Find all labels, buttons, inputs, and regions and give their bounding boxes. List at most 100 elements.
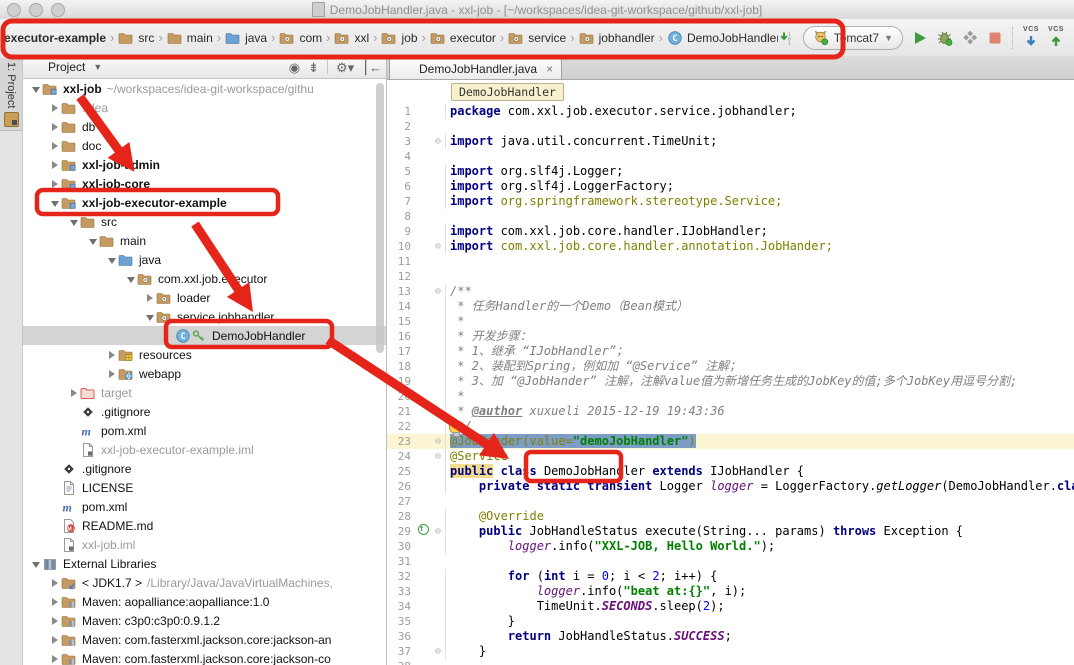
code-line-28: 28 @Override xyxy=(387,509,1074,524)
tree-item-xxl-job-executor-example.iml[interactable]: xxl-job-executor-example.iml xyxy=(23,440,386,459)
chevron-right-icon: › xyxy=(659,30,663,45)
code-text: */ xyxy=(445,419,1074,434)
breadcrumb-item-java[interactable]: java xyxy=(224,28,268,48)
fold-region-icon[interactable]: ⊖ xyxy=(431,239,445,254)
fold-region-icon[interactable]: ⊖ xyxy=(431,524,445,539)
code-line-8: 8 xyxy=(387,209,1074,224)
tree-item-xxl-job-admin[interactable]: xxl-job-admin xyxy=(23,155,386,174)
code-text: @Override xyxy=(445,509,1074,524)
tree-scrollbar[interactable] xyxy=(376,83,384,353)
fold-region-icon[interactable]: ⊖ xyxy=(431,449,445,464)
coverage-button[interactable] xyxy=(962,30,978,46)
tree-item-pom.xml[interactable]: mpom.xml xyxy=(23,421,386,440)
tree-item-license[interactable]: LICENSE xyxy=(23,478,386,497)
line-number: 25 xyxy=(387,464,415,479)
tree-item-maven-com.fasterxml.jackson.core-jackson-co[interactable]: Maven: com.fasterxml.jackson.core:jackso… xyxy=(23,649,386,665)
debug-button[interactable] xyxy=(937,30,953,46)
compile-button[interactable]: 101 xyxy=(778,30,794,46)
tree-item-maven-aopalliance-aopalliance-1.0[interactable]: Maven: aopalliance:aopalliance:1.0 xyxy=(23,592,386,611)
fold-region-icon[interactable]: ⊖ xyxy=(431,434,445,449)
breadcrumb-item-com[interactable]: com xyxy=(278,28,323,48)
tree-item-demojobhandler[interactable]: CDemoJobHandler xyxy=(23,326,386,345)
intention-bulb-icon[interactable] xyxy=(449,421,462,434)
tree-item-src[interactable]: src xyxy=(23,212,386,231)
breadcrumb-item-demojobhandler[interactable]: CDemoJobHandler xyxy=(666,28,778,48)
project-tool-window-button[interactable]: 1: Project xyxy=(0,58,22,131)
tree-item-service.jobhandler[interactable]: service.jobhandler xyxy=(23,307,386,326)
run-config-button[interactable]: Tomcat7▼ xyxy=(803,26,903,50)
breadcrumb-item-main[interactable]: main xyxy=(166,28,214,48)
code-line-25: 25public class DemoJobHandler extends IJ… xyxy=(387,464,1074,479)
code-text: import com.xxl.job.core.handler.annotati… xyxy=(445,239,1074,254)
code-line-29: 29⊖ public JobHandleStatus execute(Strin… xyxy=(387,524,1074,539)
project-view-selector[interactable]: Project ▼ xyxy=(27,59,102,75)
code-text: * 开发步骤： xyxy=(445,329,1074,344)
code-editor[interactable]: 1package com.xxl.job.executor.service.jo… xyxy=(387,104,1074,665)
run-button[interactable] xyxy=(912,30,928,46)
tree-item-pom.xml[interactable]: mpom.xml xyxy=(23,497,386,516)
line-number: 2 xyxy=(387,119,415,134)
editor-tab-demojobhandler[interactable]: DemoJobHandler.java × xyxy=(389,57,562,79)
close-window-button[interactable] xyxy=(7,3,21,17)
tree-item-maven-c3p0-c3p0-0.9.1.2[interactable]: Maven: c3p0:c3p0:0.9.1.2 xyxy=(23,611,386,630)
line-number: 12 xyxy=(387,269,415,284)
tree-item-target[interactable]: target xyxy=(23,383,386,402)
svg-text:C: C xyxy=(180,332,185,342)
tree-item-resources[interactable]: resources xyxy=(23,345,386,364)
close-tab-icon[interactable]: × xyxy=(546,62,553,76)
tree-item-java[interactable]: java xyxy=(23,250,386,269)
tree-item-.gitignore[interactable]: .gitignore xyxy=(23,402,386,421)
fold-region-icon[interactable]: ⊖ xyxy=(431,284,445,299)
tree-item-doc[interactable]: doc xyxy=(23,136,386,155)
tree-item-readme.md[interactable]: M↓README.md xyxy=(23,516,386,535)
tree-item-db[interactable]: db xyxy=(23,117,386,136)
minimize-window-button[interactable] xyxy=(29,3,43,17)
tree-item-.gitignore[interactable]: .gitignore xyxy=(23,459,386,478)
code-text: /** xyxy=(445,284,1074,299)
tree-item-xxl-job-core[interactable]: xxl-job-core xyxy=(23,174,386,193)
tree-item-com.xxl.job.executor[interactable]: com.xxl.job.executor xyxy=(23,269,386,288)
fold-region-icon[interactable]: ⊖ xyxy=(431,134,445,149)
tree-item-path: ~/workspaces/idea-git-workspace/githu xyxy=(107,82,314,96)
tree-item-loader[interactable]: loader xyxy=(23,288,386,307)
tree-item-xxl-job.iml[interactable]: xxl-job.iml xyxy=(23,535,386,554)
tree-item-xxl-job-executor-example[interactable]: xxl-job-executor-example xyxy=(23,193,386,212)
expanded-arrow-icon xyxy=(67,215,80,229)
line-number: 38 xyxy=(387,659,415,665)
breadcrumb-item-jobhandler[interactable]: jobhandler xyxy=(578,28,656,48)
line-number: 36 xyxy=(387,629,415,644)
tree-item-main[interactable]: main xyxy=(23,231,386,250)
tree-item--jdk1.7-[interactable]: < JDK1.7 >/Library/Java/JavaVirtualMachi… xyxy=(23,573,386,592)
zoom-window-button[interactable] xyxy=(51,3,65,17)
overriding-method-icon[interactable] xyxy=(415,524,431,539)
line-number: 29 xyxy=(387,524,415,539)
chevron-right-icon: › xyxy=(158,30,162,45)
collapse-all-icon[interactable]: ⇟ xyxy=(308,61,319,74)
tree-item-.idea[interactable]: .idea xyxy=(23,98,386,117)
breadcrumb-item-executor-example[interactable]: executor-example xyxy=(3,29,107,47)
breadcrumb-item-job[interactable]: job xyxy=(380,28,418,48)
package-icon xyxy=(279,30,295,46)
code-text: import org.springframework.stereotype.Se… xyxy=(445,194,1074,209)
stop-button[interactable] xyxy=(987,30,1003,46)
breadcrumb-item-xxl[interactable]: xxl xyxy=(333,28,370,48)
breadcrumb-item-src[interactable]: src xyxy=(117,28,155,48)
vcs-commit-button[interactable]: VCS xyxy=(1048,26,1064,49)
tree-item-maven-com.fasterxml.jackson.core-jackson-an[interactable]: Maven: com.fasterxml.jackson.core:jackso… xyxy=(23,630,386,649)
code-line-35: 35 } xyxy=(387,614,1074,629)
tree-item-external-libraries[interactable]: External Libraries xyxy=(23,554,386,573)
breadcrumb-item-service[interactable]: service xyxy=(507,28,567,48)
tree-item-webapp[interactable]: webapp xyxy=(23,364,386,383)
fold-end-icon[interactable]: ⊖ xyxy=(431,644,445,659)
settings-icon[interactable]: ⚙▾ xyxy=(336,61,354,74)
class-breadcrumb-chip[interactable]: DemoJobHandler xyxy=(451,83,564,101)
line-number: 24 xyxy=(387,449,415,464)
tree-item-label: External Libraries xyxy=(63,557,156,571)
tree-item-xxl-job[interactable]: xxl-job~/workspaces/idea-git-workspace/g… xyxy=(23,79,386,98)
locate-icon[interactable]: ◉ xyxy=(289,61,300,74)
code-line-30: 30 logger.info("XXL-JOB, Hello World."); xyxy=(387,539,1074,554)
expanded-arrow-icon xyxy=(124,272,137,286)
hide-icon[interactable]: ⎮← xyxy=(362,61,382,74)
vcs-update-button[interactable]: VCS xyxy=(1023,26,1039,49)
breadcrumb-item-executor[interactable]: executor xyxy=(429,28,497,48)
